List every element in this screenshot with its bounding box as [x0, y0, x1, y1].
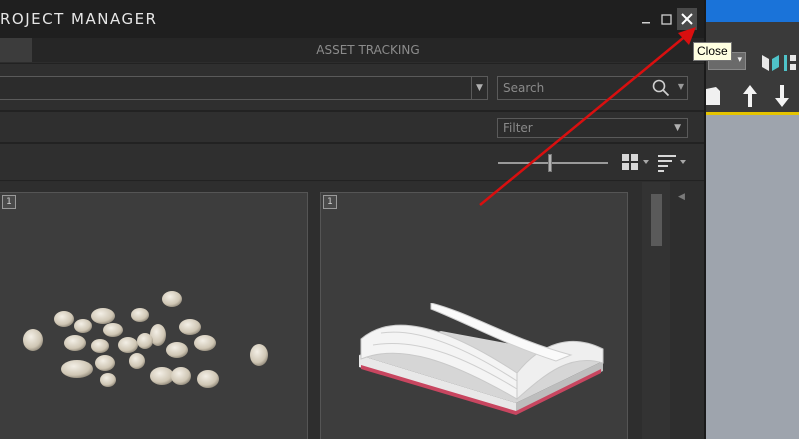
- asset-grid: 1 1 ◀: [0, 182, 704, 439]
- page-icon[interactable]: [706, 86, 720, 106]
- project-path-dropdown[interactable]: ▼: [0, 76, 488, 100]
- close-tooltip: Close: [693, 42, 732, 61]
- filter-row: Filter ▼: [0, 111, 704, 143]
- view-options-row: [0, 143, 704, 181]
- filter-placeholder: Filter: [503, 121, 533, 135]
- search-field[interactable]: Search ▼: [497, 76, 688, 100]
- host-title-strip: [706, 0, 799, 22]
- asset-count-badge: 1: [2, 195, 16, 209]
- pebbles-thumbnail: [23, 291, 268, 388]
- search-icon[interactable]: [652, 79, 670, 97]
- chevron-down-icon: ▾: [737, 55, 742, 65]
- scrollbar-thumb[interactable]: [651, 194, 662, 246]
- slider-track: [498, 162, 608, 164]
- vertical-scrollbar[interactable]: [642, 182, 670, 439]
- tab-asset-tracking[interactable]: ASSET TRACKING: [32, 38, 704, 62]
- filter-dropdown[interactable]: Filter ▼: [497, 118, 688, 138]
- mirror-icon[interactable]: [758, 52, 798, 74]
- chevron-down-icon: ▼: [674, 123, 681, 133]
- window-title: ROJECT MANAGER: [0, 10, 158, 28]
- minimize-button[interactable]: [636, 8, 656, 30]
- host-viewport: [706, 115, 799, 439]
- slider-handle[interactable]: [548, 154, 552, 172]
- up-arrow-icon[interactable]: [742, 84, 758, 108]
- down-arrow-icon[interactable]: [774, 84, 790, 108]
- maximize-button[interactable]: [656, 8, 676, 30]
- asset-card[interactable]: 1: [0, 192, 308, 439]
- asset-count-badge: 1: [323, 195, 337, 209]
- maximize-icon: [660, 13, 672, 25]
- host-toolbar: ▾: [706, 22, 799, 114]
- title-bar[interactable]: ROJECT MANAGER: [0, 0, 704, 38]
- tab-projects[interactable]: [0, 38, 32, 62]
- search-placeholder: Search: [503, 81, 545, 95]
- tab-bar: ASSET TRACKING: [0, 38, 704, 62]
- close-icon: [681, 13, 693, 25]
- grid-view-icon[interactable]: [620, 153, 652, 173]
- asset-card[interactable]: 1: [320, 192, 628, 439]
- project-manager-window: ROJECT MANAGER ASSET TRACKING ▼ Search ▼: [0, 0, 706, 439]
- thumbnail-size-slider[interactable]: [498, 154, 608, 172]
- chevron-down-icon[interactable]: ▼: [678, 82, 684, 91]
- minimize-icon: [642, 22, 650, 24]
- path-search-row: ▼ Search ▼: [0, 63, 704, 111]
- chevron-down-icon[interactable]: ▼: [471, 77, 487, 99]
- sort-icon[interactable]: [656, 153, 688, 173]
- book-thumbnail: [359, 303, 604, 415]
- collapse-panel-icon[interactable]: ◀: [678, 192, 685, 202]
- host-app-area: ▾: [706, 0, 799, 439]
- close-button[interactable]: [677, 8, 697, 30]
